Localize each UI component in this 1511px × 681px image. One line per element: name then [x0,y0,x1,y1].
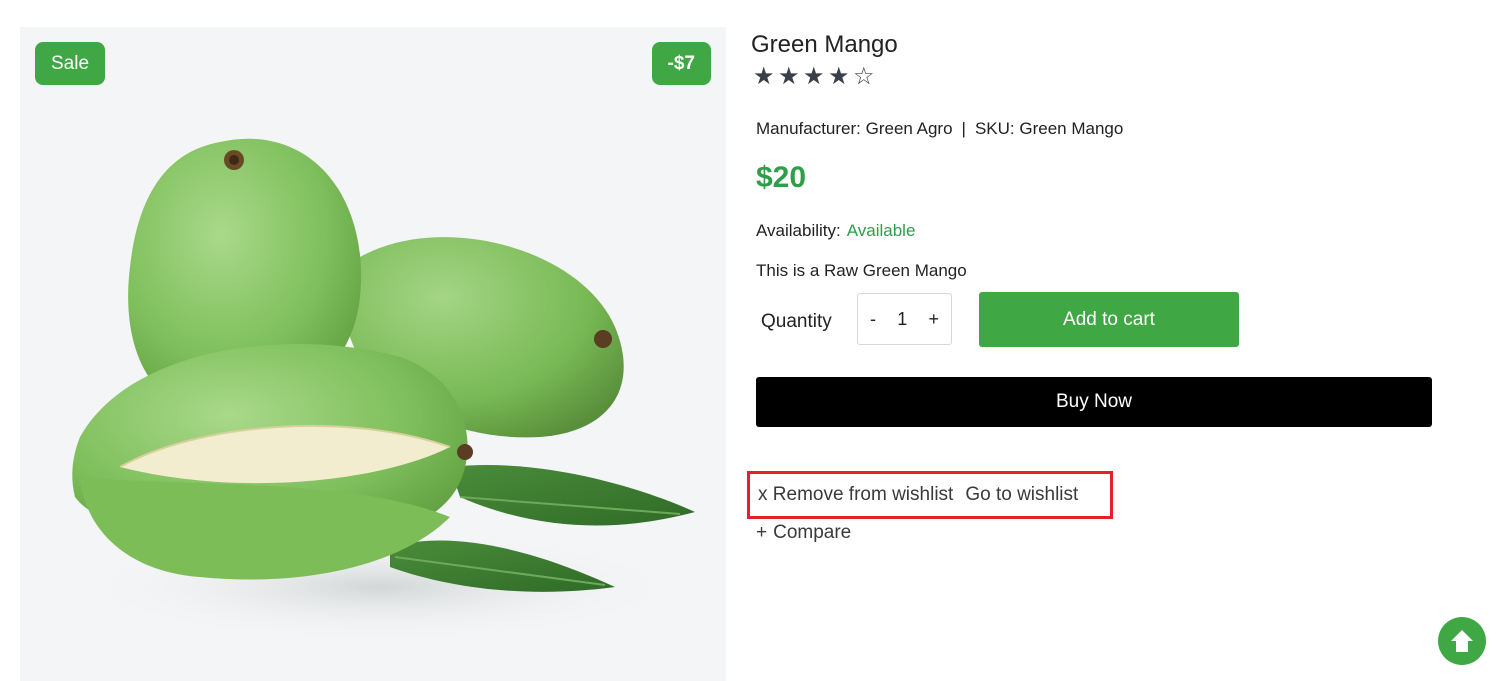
availability: Availability: Available [756,221,915,241]
buy-now-button[interactable]: Buy Now [756,377,1432,427]
star-filled-icon: ★ [753,63,776,90]
remove-from-wishlist-link[interactable]: x Remove from wishlist [758,484,953,506]
arrow-up-icon [1451,630,1473,652]
scroll-to-top-button[interactable] [1438,617,1486,665]
star-filled-icon: ★ [803,63,826,90]
manufacturer: Manufacturer: Green Agro [756,119,953,138]
sale-badge: Sale [35,42,106,85]
plus-icon: + [756,522,768,543]
meta-separator: | [961,119,966,138]
product-title: Green Mango [751,31,898,58]
quantity-value[interactable]: 1 [897,309,907,330]
product-image [72,138,695,642]
star-filled-icon: ★ [828,63,851,90]
product-price: $20 [756,161,807,194]
availability-status: Available [846,221,916,240]
product-page: Sale -$7 Green Mango ★ ★ ★ ★ ☆ Manufacturer:… [0,0,1511,681]
rating-stars: ★ ★ ★ ★ ☆ [753,65,878,89]
product-image-panel: Sale -$7 [20,27,726,681]
wishlist-actions: x Remove from wishlist Go to wishlist [747,471,1113,519]
compare-label: Compare [773,522,852,543]
sku: SKU: Green Mango [974,119,1124,138]
discount-badge: -$7 [651,42,711,85]
product-description: This is a Raw Green Mango [756,261,967,280]
quantity-stepper: - 1 + [857,293,952,345]
add-to-cart-button[interactable]: Add to cart [979,292,1239,347]
product-meta: Manufacturer: Green Agro | SKU: Green Mang… [756,119,1123,139]
quantity-label: Quantity [761,311,832,332]
quantity-increment-button[interactable]: + [928,309,939,330]
compare-link[interactable]: + Compare [756,522,851,544]
star-filled-icon: ★ [778,63,801,90]
star-empty-icon: ☆ [853,63,876,90]
availability-label: Availability: [756,221,841,240]
quantity-decrement-button[interactable]: - [870,309,876,330]
product-details: Green Mango ★ ★ ★ ★ ☆ Manufacturer: Green Ag… [736,27,1456,627]
go-to-wishlist-link[interactable]: Go to wishlist [965,484,1078,506]
